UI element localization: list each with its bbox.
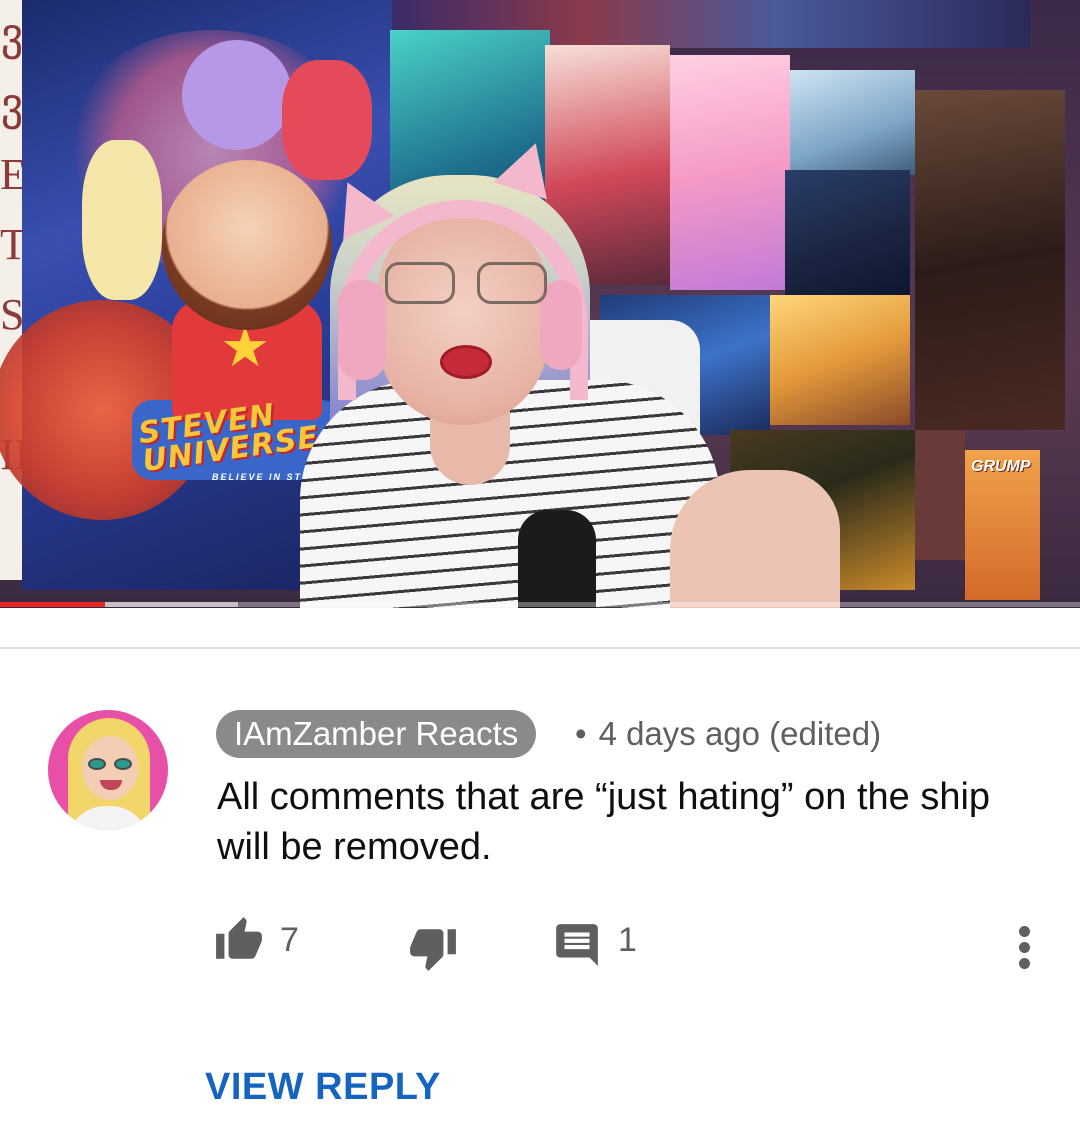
meta-separator: • [575,715,587,752]
wall-banner: ვვETS IE [0,0,24,580]
comment-icon[interactable] [552,920,602,970]
streamer-shirt [300,380,720,608]
microphone [518,510,596,608]
glasses [385,262,547,304]
video-player[interactable]: ვვETS IE ★ STEVEN UNIVERSE BELIEVE IN ST… [0,0,1080,608]
comment-actions: 7 1 [0,915,1080,975]
poster-kingdom [915,90,1065,430]
author-avatar[interactable] [48,710,168,830]
comment-meta: • 4 days ago (edited) [575,710,881,758]
poster-small [915,430,965,560]
poster-dark [785,170,910,295]
more-vertical-icon[interactable] [1010,922,1040,972]
thumbs-down-icon[interactable] [408,923,458,973]
comment-text: All comments that are “just hating” on t… [217,776,991,868]
poster-grump: GRUMP [965,450,1040,600]
poster-city [790,70,915,175]
poster-pink-diamond [670,55,790,290]
view-reply-button[interactable]: VIEW REPLY [205,1062,441,1112]
streamer-arm [670,470,840,608]
poster-yellow [770,295,910,425]
section-divider [0,647,1080,649]
comment-timestamp: 4 days ago (edited) [598,715,882,752]
reply-count: 1 [618,921,637,959]
like-count: 7 [280,921,299,959]
thumbs-up-icon[interactable] [214,915,264,965]
author-name-chip[interactable]: IAmZamber Reacts [216,710,537,758]
streamer-mouth [440,345,492,379]
headset-earcup-left [338,280,386,380]
progress-bar[interactable] [0,602,105,607]
